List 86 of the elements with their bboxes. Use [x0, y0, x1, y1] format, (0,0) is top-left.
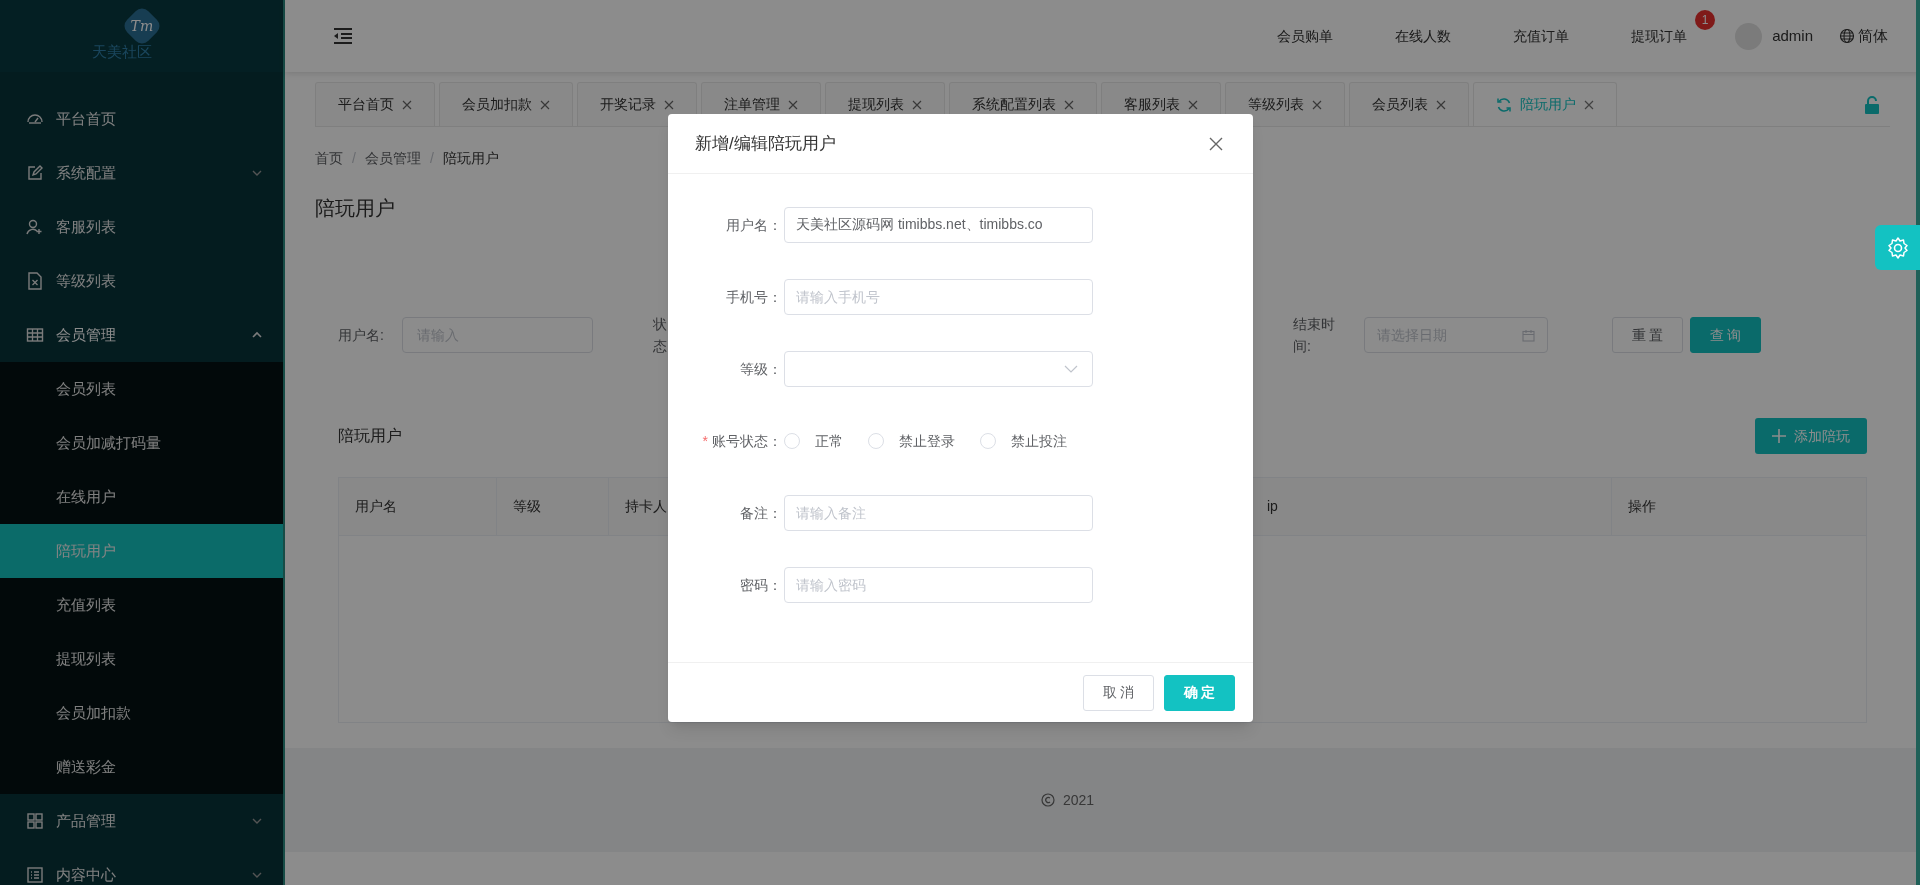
breadcrumb-separator: /: [429, 148, 434, 168]
menu-item[interactable]: 产品管理: [0, 794, 283, 848]
settings-icon: [1885, 235, 1910, 260]
chevron-down-icon: [1064, 364, 1078, 374]
close-icon[interactable]: [1188, 99, 1198, 110]
submenu-item[interactable]: 赠送彩金: [0, 740, 283, 794]
tab[interactable]: 等级列表: [1225, 82, 1345, 126]
breadcrumb-separator: /: [352, 148, 356, 168]
close-icon[interactable]: [664, 99, 674, 110]
lock-icon[interactable]: [1864, 96, 1880, 114]
settings-button[interactable]: [1875, 225, 1920, 270]
field-label: 账号状态：: [712, 431, 782, 451]
list-icon: [26, 866, 44, 884]
input-field[interactable]: 请输入备注: [784, 495, 1093, 531]
radio-option[interactable]: 禁止登录: [868, 430, 955, 452]
page-title: 陪玩用户: [315, 196, 396, 220]
globe-icon: [1839, 28, 1855, 44]
breadcrumb-item: 陪玩用户: [442, 148, 499, 168]
column-header: 操作: [1628, 497, 1656, 516]
select-field[interactable]: [784, 351, 1093, 387]
breadcrumb-item[interactable]: 首页: [315, 147, 343, 169]
tab[interactable]: 会员加扣款: [439, 82, 573, 126]
filter-label: 用户名:: [338, 325, 385, 345]
submenu-item[interactable]: 充值列表: [0, 578, 283, 632]
submenu-item[interactable]: 提现列表: [0, 632, 283, 686]
table-icon: [26, 326, 44, 344]
close-icon[interactable]: [540, 99, 550, 110]
refresh-icon: [1496, 96, 1512, 113]
header-link[interactable]: 在线人数: [1395, 28, 1452, 44]
section-title: 陪玩用户: [338, 426, 402, 446]
input-field[interactable]: 请输入密码: [784, 567, 1093, 603]
field-label: 密码：: [740, 575, 782, 595]
cancel-button[interactable]: 取 消: [1083, 674, 1154, 711]
edit-icon: [26, 164, 44, 182]
close-icon[interactable]: [912, 99, 922, 110]
column-header: 用户名: [355, 497, 397, 516]
menu-item[interactable]: 系统配置: [0, 146, 283, 200]
menu-item[interactable]: 等级列表: [0, 254, 283, 308]
submenu-item[interactable]: 在线用户: [0, 470, 283, 524]
calendar-icon: [1522, 328, 1535, 342]
plus-icon: [1772, 429, 1786, 443]
menu-item[interactable]: 平台首页: [0, 92, 283, 146]
header-link[interactable]: 充值订单: [1513, 28, 1570, 44]
copyright-icon: [1040, 793, 1055, 807]
radio-option[interactable]: 正常: [784, 430, 843, 452]
user-add-icon: [26, 218, 44, 236]
field-label: 手机号：: [726, 287, 782, 307]
dialog-title: 新增/编辑陪玩用户: [695, 132, 836, 155]
breadcrumb-item[interactable]: 会员管理: [364, 147, 421, 169]
submenu-item[interactable]: 会员列表: [0, 362, 283, 416]
filter-label: 状态: [653, 315, 668, 356]
reset-button[interactable]: 重 置: [1612, 317, 1683, 353]
tab[interactable]: 会员列表: [1349, 82, 1469, 126]
notification-badge: 1: [1695, 10, 1716, 30]
header-link[interactable]: 提现订单: [1631, 28, 1688, 44]
close-icon[interactable]: [1312, 99, 1322, 110]
menu-item[interactable]: 会员管理: [0, 308, 283, 362]
column-header: ip: [1267, 497, 1278, 516]
input-field[interactable]: 请输入手机号: [784, 279, 1093, 315]
radio-option[interactable]: 禁止投注: [980, 430, 1067, 452]
user-name[interactable]: admin: [1772, 24, 1813, 48]
submenu-item[interactable]: 会员加减打码量: [0, 416, 283, 470]
tab[interactable]: 平台首页: [315, 82, 435, 126]
close-icon[interactable]: [1064, 99, 1074, 110]
header-link[interactable]: 会员购单: [1277, 28, 1334, 44]
language-selector[interactable]: 简体: [1858, 24, 1888, 48]
close-icon[interactable]: [402, 99, 412, 110]
file-icon: [26, 272, 44, 290]
menu-item[interactable]: 内容中心: [0, 848, 283, 885]
close-icon[interactable]: [788, 99, 798, 110]
close-icon[interactable]: [1584, 99, 1594, 110]
input-field[interactable]: 天美社区源码网 timibbs.net、timibbs.co: [784, 207, 1093, 243]
field-label: 备注：: [740, 503, 782, 523]
filter-label: 结束时间:: [1293, 315, 1336, 356]
column-header: 等级: [513, 497, 541, 516]
menu-item[interactable]: 客服列表: [0, 200, 283, 254]
menu-fold-icon[interactable]: [333, 28, 353, 44]
grid-icon: [26, 812, 44, 830]
tab[interactable]: 开奖记录: [577, 82, 697, 126]
required-mark: *: [702, 431, 708, 451]
submenu-item[interactable]: 会员加扣款: [0, 686, 283, 740]
close-icon[interactable]: [1436, 99, 1446, 110]
field-label: 等级：: [740, 359, 782, 379]
column-header: 持卡人: [625, 497, 667, 516]
copyright-year: 2021: [1062, 790, 1095, 810]
field-label: 用户名：: [726, 215, 782, 235]
